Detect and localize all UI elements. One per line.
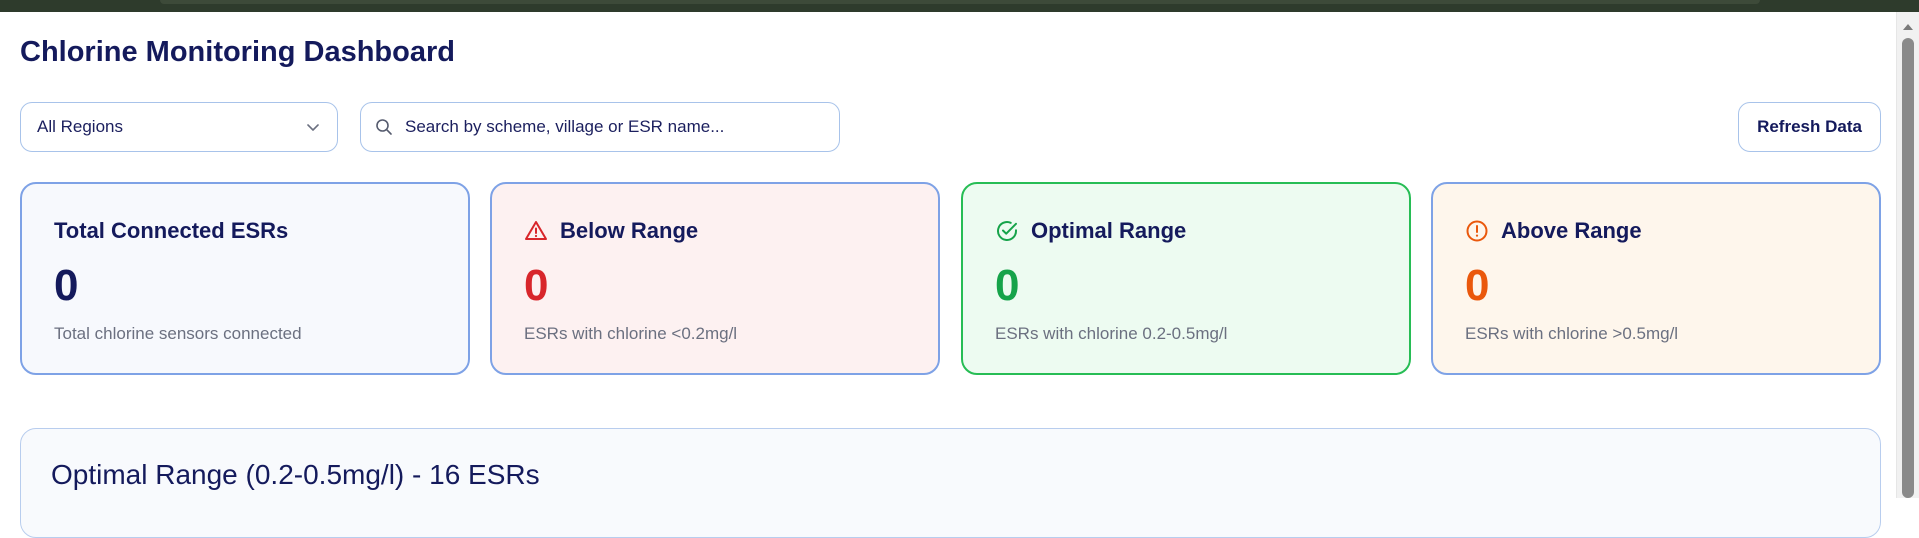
card-title: Above Range xyxy=(1501,218,1642,243)
card-value: 0 xyxy=(1465,261,1490,310)
stat-card-optimal-range[interactable]: Optimal Range 0 ESRs with chlorine 0.2-0… xyxy=(961,182,1411,375)
card-value: 0 xyxy=(54,261,79,310)
browser-top-bar xyxy=(0,0,1919,12)
vertical-scrollbar[interactable] xyxy=(1896,12,1919,498)
browser-top-bar-inner xyxy=(160,0,1760,4)
optimal-range-section: Optimal Range (0.2-0.5mg/l) - 16 ESRs xyxy=(20,428,1881,538)
section-title: Optimal Range (0.2-0.5mg/l) - 16 ESRs xyxy=(51,459,540,490)
refresh-data-button[interactable]: Refresh Data xyxy=(1738,102,1881,152)
card-header: Above Range xyxy=(1465,216,1642,246)
alert-circle-icon xyxy=(1466,220,1488,242)
stat-card-below-range[interactable]: Below Range 0 ESRs with chlorine <0.2mg/… xyxy=(490,182,940,375)
check-circle-icon xyxy=(997,221,1017,241)
card-value: 0 xyxy=(995,261,1020,310)
card-header: Below Range xyxy=(524,216,698,246)
card-header: Total Connected ESRs xyxy=(54,216,288,246)
card-subtitle: ESRs with chlorine <0.2mg/l xyxy=(524,324,738,343)
card-subtitle: ESRs with chlorine >0.5mg/l xyxy=(1465,324,1679,343)
region-select[interactable]: All Regions xyxy=(20,102,338,152)
card-subtitle: Total chlorine sensors connected xyxy=(54,324,302,343)
card-value: 0 xyxy=(524,261,549,310)
card-title: Optimal Range xyxy=(1031,218,1187,243)
region-select-value: All Regions xyxy=(37,117,123,136)
card-subtitle: ESRs with chlorine 0.2-0.5mg/l xyxy=(995,324,1228,343)
page-title: Chlorine Monitoring Dashboard xyxy=(20,36,455,68)
stat-card-total-connected: Total Connected ESRs 0 Total chlorine se… xyxy=(20,182,470,375)
scrollbar-thumb[interactable] xyxy=(1902,38,1914,498)
search-input[interactable] xyxy=(403,116,825,138)
card-header: Optimal Range xyxy=(995,216,1186,246)
chevron-down-icon xyxy=(305,119,321,135)
warning-triangle-icon xyxy=(525,221,547,240)
scroll-up-arrow-icon[interactable] xyxy=(1903,24,1913,30)
stat-card-above-range[interactable]: Above Range 0 ESRs with chlorine >0.5mg/… xyxy=(1431,182,1881,375)
search-box[interactable] xyxy=(360,102,840,152)
search-icon xyxy=(376,119,392,135)
card-title: Total Connected ESRs xyxy=(54,218,289,243)
card-title: Below Range xyxy=(560,218,699,243)
dashboard-page: Chlorine Monitoring Dashboard All Region… xyxy=(0,12,1897,538)
